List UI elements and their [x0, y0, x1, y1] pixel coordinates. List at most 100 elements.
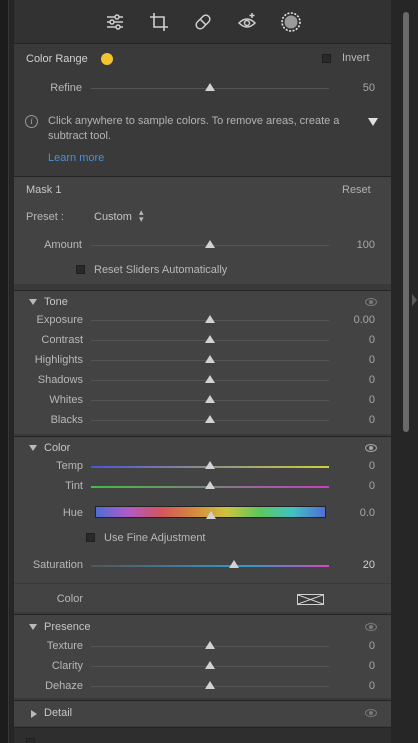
amount-slider[interactable] — [91, 240, 329, 251]
saturation-slider[interactable] — [91, 560, 329, 571]
clarity-label: Clarity — [51, 660, 83, 672]
mask-subpanel: Mask 1 Reset Preset : Custom ▴ ▾ Amount 1… — [14, 176, 391, 284]
edit-sliders-icon[interactable] — [103, 10, 127, 34]
footer-strip — [14, 727, 391, 743]
hue-value[interactable]: 0.0 — [360, 507, 375, 519]
contrast-slider[interactable] — [91, 335, 329, 346]
shadows-slider-thumb[interactable] — [205, 375, 215, 383]
masking-icon[interactable] — [279, 10, 303, 34]
blacks-slider-thumb[interactable] — [205, 415, 215, 423]
highlights-slider[interactable] — [91, 355, 329, 366]
reset-sliders-label: Reset Sliders Automatically — [94, 264, 228, 276]
temp-slider[interactable] — [91, 461, 329, 472]
invert-label: Invert — [342, 52, 370, 64]
temp-slider-thumb[interactable] — [205, 461, 215, 469]
saturation-value[interactable]: 20 — [363, 559, 375, 571]
blacks-label: Blacks — [50, 414, 83, 426]
texture-slider-thumb[interactable] — [205, 641, 215, 649]
color-visibility-eye-icon[interactable] — [365, 444, 377, 452]
healing-icon[interactable] — [191, 10, 215, 34]
refine-slider[interactable] — [91, 83, 329, 94]
amount-value[interactable]: 100 — [357, 239, 375, 251]
saturation-slider-track — [91, 565, 329, 567]
color-picker-label: Color — [56, 593, 83, 605]
dehaze-slider[interactable] — [91, 681, 329, 692]
temp-label: Temp — [56, 460, 83, 472]
refine-value[interactable]: 50 — [363, 82, 375, 94]
amount-label: Amount — [44, 239, 82, 251]
reset-sliders-checkbox[interactable] — [76, 265, 85, 274]
contrast-slider-thumb[interactable] — [205, 335, 215, 343]
mask-reset-button[interactable]: Reset — [342, 184, 371, 196]
mask-name: Mask 1 — [26, 184, 62, 196]
color-swatch-button[interactable] — [297, 594, 324, 605]
whites-label: Whites — [49, 394, 83, 406]
tint-slider-thumb[interactable] — [205, 481, 215, 489]
red-eye-icon[interactable] — [235, 10, 259, 34]
dehaze-label: Dehaze — [45, 680, 83, 692]
refine-slider-thumb[interactable] — [205, 83, 215, 91]
preset-label: Preset : — [26, 211, 64, 223]
exposure-value[interactable]: 0.00 — [354, 314, 375, 326]
texture-slider[interactable] — [91, 641, 329, 652]
color-collapse-icon[interactable] — [29, 445, 37, 451]
no-color-icon — [298, 595, 323, 604]
learn-more-link[interactable]: Learn more — [48, 152, 104, 164]
scrollbar[interactable] — [403, 12, 409, 432]
right-panel-edge — [398, 0, 418, 743]
tint-slider[interactable] — [91, 481, 329, 492]
color-section: Color Temp 0 Tint 0 Hue 0.0 Use Fine Adj… — [14, 436, 391, 612]
color-sampler-swatch[interactable] — [101, 53, 113, 65]
saturation-slider-thumb[interactable] — [228, 560, 239, 568]
tint-value[interactable]: 0 — [369, 480, 375, 492]
blacks-slider[interactable] — [91, 415, 329, 426]
temp-value[interactable]: 0 — [369, 460, 375, 472]
whites-slider[interactable] — [91, 395, 329, 406]
texture-label: Texture — [46, 640, 83, 652]
presence-collapse-icon[interactable] — [29, 624, 37, 630]
shadows-value[interactable]: 0 — [369, 374, 375, 386]
contrast-value[interactable]: 0 — [369, 334, 375, 346]
collapse-panel-icon[interactable] — [412, 294, 417, 306]
preset-dropdown[interactable]: Custom — [94, 211, 132, 223]
saturation-label: Saturation — [32, 559, 83, 571]
exposure-slider-thumb[interactable] — [205, 315, 215, 323]
dehaze-slider-thumb[interactable] — [205, 681, 215, 689]
dehaze-value[interactable]: 0 — [369, 680, 375, 692]
crop-icon[interactable] — [147, 10, 171, 34]
highlights-slider-thumb[interactable] — [205, 355, 215, 363]
collapse-info-icon[interactable] — [368, 118, 378, 126]
clarity-slider[interactable] — [91, 661, 329, 672]
presence-title[interactable]: Presence — [44, 621, 90, 633]
exposure-label: Exposure — [36, 314, 83, 326]
detail-expand-icon[interactable] — [31, 710, 37, 718]
whites-slider-thumb[interactable] — [205, 395, 215, 403]
invert-checkbox[interactable] — [322, 54, 331, 63]
hue-slider-thumb[interactable] — [205, 511, 216, 519]
highlights-value[interactable]: 0 — [369, 354, 375, 366]
exposure-slider[interactable] — [91, 315, 329, 326]
footer-checkbox[interactable] — [26, 738, 35, 743]
preset-chevron-icon[interactable]: ▴ ▾ — [139, 208, 144, 224]
color-divider — [14, 583, 391, 584]
amount-slider-thumb[interactable] — [205, 240, 215, 248]
fine-adjustment-checkbox[interactable] — [86, 533, 95, 542]
info-icon: i — [25, 115, 38, 128]
clarity-slider-thumb[interactable] — [205, 661, 215, 669]
tone-collapse-icon[interactable] — [29, 299, 37, 305]
tone-visibility-eye-icon[interactable] — [365, 298, 377, 306]
left-panel-edge — [0, 0, 9, 743]
shadows-slider[interactable] — [91, 375, 329, 386]
color-title[interactable]: Color — [44, 442, 70, 454]
detail-visibility-eye-icon[interactable] — [365, 709, 377, 717]
tone-title[interactable]: Tone — [44, 296, 68, 308]
clarity-value[interactable]: 0 — [369, 660, 375, 672]
highlights-label: Highlights — [34, 354, 83, 366]
blacks-value[interactable]: 0 — [369, 414, 375, 426]
detail-title[interactable]: Detail — [44, 707, 72, 719]
presence-visibility-eye-icon[interactable] — [365, 623, 377, 631]
texture-value[interactable]: 0 — [369, 640, 375, 652]
hue-slider[interactable] — [95, 506, 326, 519]
whites-value[interactable]: 0 — [369, 394, 375, 406]
fine-adjustment-label: Use Fine Adjustment — [104, 532, 206, 544]
